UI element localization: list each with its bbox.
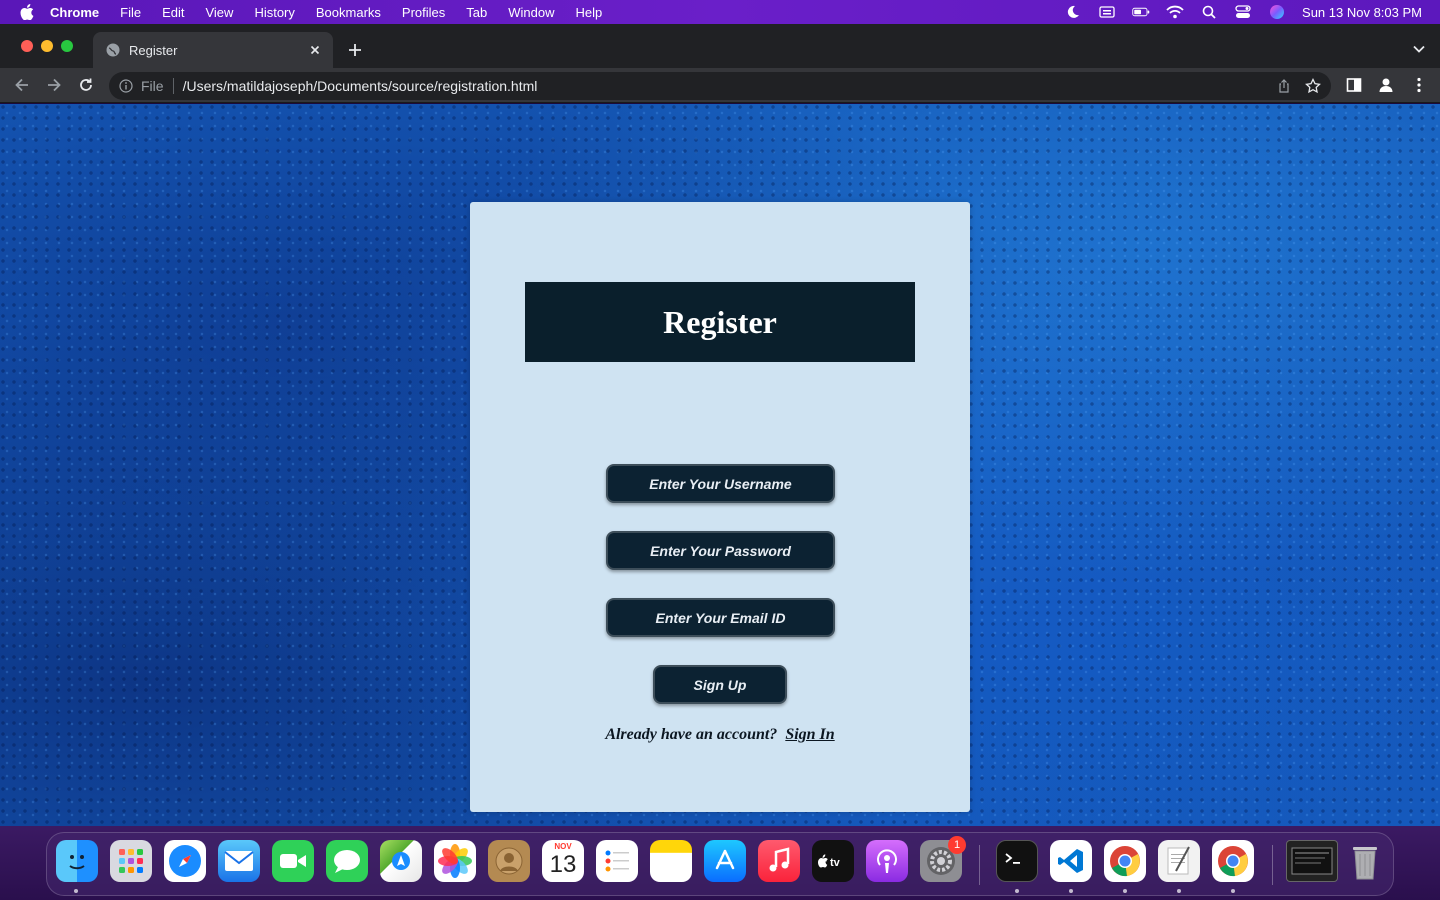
trash-icon[interactable] <box>1344 840 1386 882</box>
maps-icon[interactable] <box>380 840 422 882</box>
messages-icon[interactable] <box>326 840 368 882</box>
menu-app-name[interactable]: Chrome <box>50 5 99 20</box>
chrome-second-running-dot <box>1231 889 1235 893</box>
registration-card: Register Sign Up Already have an account… <box>470 202 970 812</box>
sign-up-button[interactable]: Sign Up <box>653 665 787 704</box>
tab-register[interactable]: Register <box>93 32 333 68</box>
macos-menu-bar: Chrome File Edit View History Bookmarks … <box>0 0 1440 24</box>
close-tab-icon[interactable] <box>307 42 323 58</box>
username-input[interactable] <box>606 464 835 503</box>
system-preferences-icon[interactable]: 1 <box>920 836 966 882</box>
vscode-icon[interactable] <box>1050 840 1092 882</box>
textedit-icon[interactable] <box>1158 840 1200 882</box>
menu-edit[interactable]: Edit <box>162 5 184 20</box>
password-input[interactable] <box>606 531 835 570</box>
contacts-icon[interactable] <box>488 840 530 882</box>
chrome-icon[interactable] <box>1104 840 1146 882</box>
side-panel-icon[interactable] <box>1345 76 1363 94</box>
reminders-icon[interactable] <box>596 840 638 882</box>
launchpad-icon[interactable] <box>110 840 152 882</box>
url-text[interactable]: /Users/matildajoseph/Documents/source/re… <box>183 78 538 94</box>
terminal-icon[interactable] <box>996 840 1038 882</box>
page-title: Register <box>525 282 915 362</box>
battery-icon[interactable] <box>1132 4 1150 20</box>
screen-thumbnail-icon[interactable] <box>1286 840 1338 882</box>
menu-tab[interactable]: Tab <box>466 5 487 20</box>
moon-icon[interactable] <box>1064 4 1082 20</box>
textedit-running-dot <box>1177 889 1181 893</box>
url-scheme-label: File <box>141 78 164 94</box>
apple-menu-icon[interactable] <box>18 3 36 21</box>
info-icon[interactable] <box>119 79 133 93</box>
menu-help[interactable]: Help <box>576 5 603 20</box>
back-arrow-icon[interactable] <box>13 76 31 94</box>
window-close-button[interactable] <box>21 40 33 52</box>
menu-file[interactable]: File <box>120 5 141 20</box>
menu-window[interactable]: Window <box>508 5 554 20</box>
svg-text:tv: tv <box>830 857 841 869</box>
forward-arrow-icon[interactable] <box>45 76 63 94</box>
address-bar[interactable]: File /Users/matildajoseph/Documents/sour… <box>109 72 1331 100</box>
chrome-second-icon[interactable] <box>1212 840 1254 882</box>
share-icon[interactable] <box>1277 79 1291 93</box>
window-zoom-button[interactable] <box>61 40 73 52</box>
dock-separator-2 <box>1272 845 1273 885</box>
safari-icon[interactable] <box>164 840 206 882</box>
email-input[interactable] <box>606 598 835 637</box>
menu-view[interactable]: View <box>205 5 233 20</box>
wifi-icon[interactable] <box>1166 4 1184 20</box>
profile-avatar-icon[interactable] <box>1377 76 1395 94</box>
more-menu-icon[interactable] <box>1410 76 1428 94</box>
finder-running-dot <box>74 889 78 893</box>
sign-in-prompt-row: Already have an account? Sign In <box>470 726 970 744</box>
sign-in-prompt-text: Already have an account? <box>605 726 778 743</box>
app-store-icon[interactable] <box>704 840 746 882</box>
music-icon[interactable] <box>758 840 800 882</box>
chrome-running-dot <box>1123 889 1127 893</box>
notification-badge: 1 <box>948 836 966 854</box>
calendar-icon[interactable]: NOV 13 <box>542 840 584 882</box>
chevron-down-icon[interactable] <box>1412 42 1426 56</box>
globe-icon <box>105 42 121 58</box>
finder-icon[interactable] <box>56 840 98 882</box>
chrome-toolbar: File /Users/matildajoseph/Documents/sour… <box>0 68 1440 103</box>
photos-icon[interactable] <box>434 840 476 882</box>
vscode-running-dot <box>1069 889 1073 893</box>
apple-tv-icon[interactable]: tv <box>812 840 854 882</box>
control-center-icon[interactable] <box>1234 4 1252 20</box>
chrome-tab-strip: Register <box>0 24 1440 68</box>
notes-icon[interactable] <box>650 840 692 882</box>
mail-icon[interactable] <box>218 840 260 882</box>
menu-bookmarks[interactable]: Bookmarks <box>316 5 381 20</box>
keyboard-icon[interactable] <box>1098 4 1116 20</box>
window-minimize-button[interactable] <box>41 40 53 52</box>
siri-icon[interactable] <box>1268 4 1286 20</box>
menu-profiles[interactable]: Profiles <box>402 5 445 20</box>
bookmark-star-icon[interactable] <box>1305 77 1321 94</box>
spotlight-search-icon[interactable] <box>1200 4 1218 20</box>
terminal-running-dot <box>1015 889 1019 893</box>
calendar-month-label: NOV <box>554 842 572 851</box>
desktop-bottom: NOV 13 tv 1 <box>0 826 1440 900</box>
new-tab-icon[interactable] <box>345 40 365 60</box>
page-viewport: Register Sign Up Already have an account… <box>0 104 1440 826</box>
podcasts-icon[interactable] <box>866 840 908 882</box>
reload-icon[interactable] <box>77 76 95 94</box>
tab-title: Register <box>129 42 178 58</box>
calendar-day-label: 13 <box>549 851 577 878</box>
omnibox-divider <box>172 78 174 94</box>
menu-history[interactable]: History <box>254 5 294 20</box>
sign-in-link[interactable]: Sign In <box>785 726 834 743</box>
menubar-clock[interactable]: Sun 13 Nov 8:03 PM <box>1302 5 1422 20</box>
dock-separator <box>979 845 980 885</box>
facetime-icon[interactable] <box>272 840 314 882</box>
macos-dock: NOV 13 tv 1 <box>46 832 1394 896</box>
